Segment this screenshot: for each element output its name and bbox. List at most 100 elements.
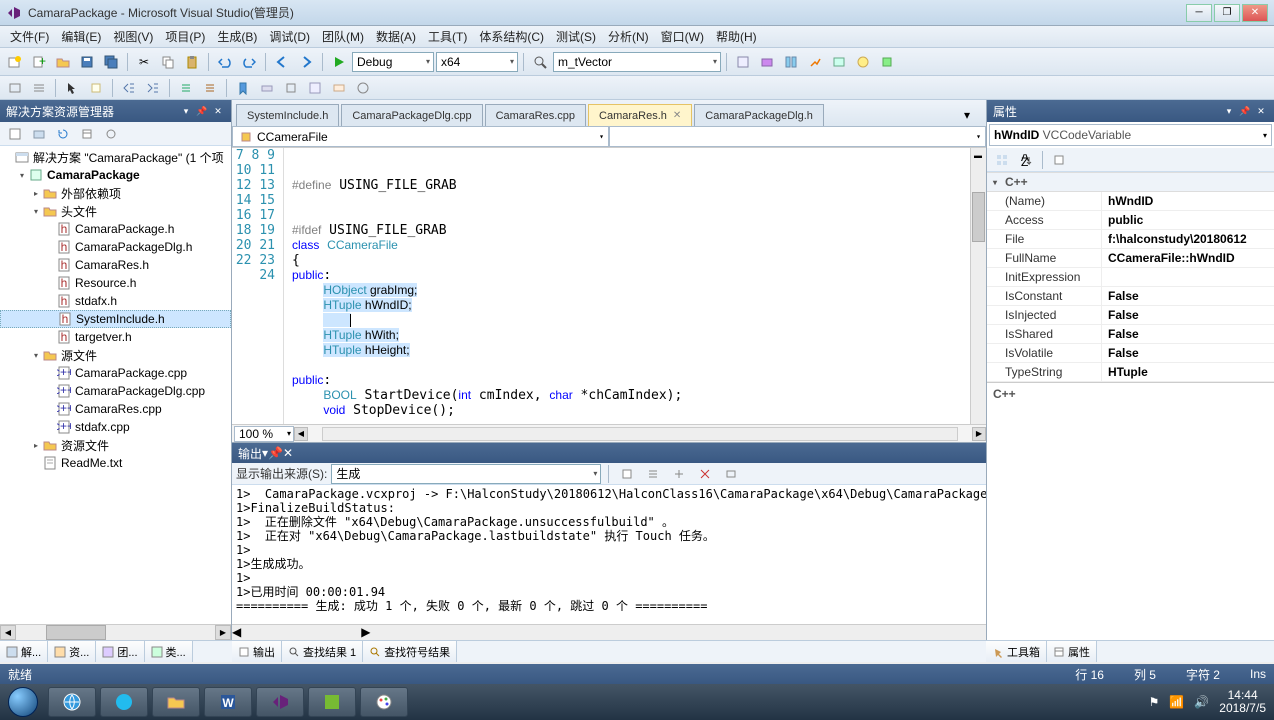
tree-node[interactable]: ▸外部依赖项: [0, 184, 231, 202]
close-button[interactable]: ✕: [1242, 4, 1268, 22]
tree-expand-icon[interactable]: ▸: [30, 189, 42, 198]
document-tab[interactable]: CamaraPackageDlg.h: [694, 104, 824, 126]
start-button[interactable]: [0, 684, 46, 720]
props-object-combo[interactable]: hWndID VCCodeVariable: [989, 124, 1272, 146]
mini-tab[interactable]: 团...: [96, 641, 144, 662]
tree-node[interactable]: ▾CamaraPackage: [0, 166, 231, 184]
tab-close-icon[interactable]: ✕: [673, 110, 681, 121]
menu-item[interactable]: 测试(S): [550, 26, 602, 47]
maximize-button[interactable]: ❐: [1214, 4, 1240, 22]
tb-misc1-icon[interactable]: [732, 51, 754, 73]
props-category[interactable]: ▾C++: [987, 172, 1274, 192]
tb2-icon-8[interactable]: [352, 77, 374, 99]
prop-value[interactable]: hWndID: [1102, 192, 1274, 211]
tree-node[interactable]: hResource.h: [0, 274, 231, 292]
tree-node[interactable]: hCamaraPackageDlg.h: [0, 238, 231, 256]
task-paint-icon[interactable]: [360, 687, 408, 717]
out-scroll-left-icon[interactable]: ◀: [232, 625, 241, 640]
prop-value[interactable]: CCameraFile::hWndID: [1102, 249, 1274, 268]
sol-tb-props-icon[interactable]: [76, 123, 98, 145]
tree-node[interactable]: c++stdafx.cpp: [0, 418, 231, 436]
task-app1-icon[interactable]: [100, 687, 148, 717]
prop-value[interactable]: False: [1102, 306, 1274, 325]
props-sort-icon[interactable]: AZ: [1015, 149, 1037, 171]
tb2-icon-5[interactable]: [280, 77, 302, 99]
output-close-icon[interactable]: ✕: [283, 446, 293, 460]
tb2-icon-1[interactable]: [4, 77, 26, 99]
tree-expand-icon[interactable]: ▾: [30, 351, 42, 360]
scroll-left-icon[interactable]: ◀: [0, 625, 16, 640]
prop-value[interactable]: False: [1102, 344, 1274, 363]
menu-item[interactable]: 视图(V): [107, 26, 159, 47]
sol-tb-showall-icon[interactable]: [100, 123, 122, 145]
tree-node[interactable]: 解决方案 "CamaraPackage" (1 个项: [0, 148, 231, 166]
split-icon[interactable]: ▬: [971, 148, 985, 162]
sol-tb-refresh-icon[interactable]: [52, 123, 74, 145]
config-combo[interactable]: Debug: [352, 52, 434, 72]
tb2-icon-6[interactable]: [304, 77, 326, 99]
out-tb-wrap-icon[interactable]: [720, 463, 742, 485]
solution-tree[interactable]: 解决方案 "CamaraPackage" (1 个项▾CamaraPackage…: [0, 146, 231, 624]
right-tab[interactable]: 属性: [1047, 641, 1097, 662]
task-vs-icon[interactable]: [256, 687, 304, 717]
document-tab[interactable]: CamaraPackageDlg.cpp: [341, 104, 482, 126]
tree-expand-icon[interactable]: ▾: [16, 171, 28, 180]
menu-item[interactable]: 调试(D): [263, 26, 316, 47]
tree-node[interactable]: hCamaraRes.h: [0, 256, 231, 274]
props-pin-icon[interactable]: 📌: [1238, 104, 1252, 118]
indent-icon[interactable]: [142, 77, 164, 99]
tree-node[interactable]: c++CamaraPackage.cpp: [0, 364, 231, 382]
out-scroll-right-icon[interactable]: ▶: [361, 625, 370, 640]
right-tab[interactable]: 工具箱: [986, 641, 1047, 662]
out-tb-clear-icon[interactable]: [694, 463, 716, 485]
menu-item[interactable]: 文件(F): [4, 26, 55, 47]
save-icon[interactable]: [76, 51, 98, 73]
tb2-icon-4[interactable]: [256, 77, 278, 99]
task-word-icon[interactable]: W: [204, 687, 252, 717]
vscroll-thumb[interactable]: [972, 192, 985, 242]
out-tb-icon-2[interactable]: [642, 463, 664, 485]
sol-tb-icon-1[interactable]: [4, 123, 26, 145]
menu-item[interactable]: 窗口(W): [655, 26, 710, 47]
system-tray[interactable]: ⚑ 📶 🔊 14:44 2018/7/5: [1141, 689, 1274, 715]
uncomment-icon[interactable]: [199, 77, 221, 99]
save-all-icon[interactable]: [100, 51, 122, 73]
nav-member-combo[interactable]: [609, 126, 986, 147]
output-src-combo[interactable]: 生成: [331, 464, 601, 484]
tb2-icon-7[interactable]: [328, 77, 350, 99]
props-grid[interactable]: (Name)hWndIDAccesspublicFilef:\halconstu…: [987, 192, 1274, 382]
new-project-icon[interactable]: [4, 51, 26, 73]
paste-icon[interactable]: [181, 51, 203, 73]
menu-item[interactable]: 分析(N): [602, 26, 655, 47]
undo-icon[interactable]: [214, 51, 236, 73]
pointer-icon[interactable]: [61, 77, 83, 99]
scroll-right-icon[interactable]: ▶: [215, 625, 231, 640]
tree-node[interactable]: ▾源文件: [0, 346, 231, 364]
tree-node[interactable]: hCamaraPackage.h: [0, 220, 231, 238]
tree-node[interactable]: ReadMe.txt: [0, 454, 231, 472]
tb-misc2-icon[interactable]: [756, 51, 778, 73]
bottom-tab[interactable]: 查找结果 1: [282, 641, 363, 662]
props-pages-icon[interactable]: [1048, 149, 1070, 171]
output-pin-icon[interactable]: 📌: [268, 446, 283, 460]
document-tab[interactable]: SystemInclude.h: [236, 104, 339, 126]
add-item-icon[interactable]: +: [28, 51, 50, 73]
copy-icon[interactable]: [157, 51, 179, 73]
menu-item[interactable]: 项目(P): [159, 26, 211, 47]
zoom-combo[interactable]: 100 %: [234, 426, 294, 442]
tree-node[interactable]: hstdafx.h: [0, 292, 231, 310]
nav-fwd-icon[interactable]: [295, 51, 317, 73]
nav-class-combo[interactable]: CCameraFile: [232, 126, 609, 147]
open-icon[interactable]: [52, 51, 74, 73]
tree-expand-icon[interactable]: ▾: [30, 207, 42, 216]
tray-clock[interactable]: 14:44 2018/7/5: [1219, 689, 1266, 715]
tb2-icon-2[interactable]: [28, 77, 50, 99]
tb-misc7-icon[interactable]: [876, 51, 898, 73]
tree-expand-icon[interactable]: ▸: [30, 441, 42, 450]
bottom-tab[interactable]: 查找符号结果: [363, 641, 457, 662]
task-app2-icon[interactable]: [308, 687, 356, 717]
tree-node[interactable]: c++CamaraPackageDlg.cpp: [0, 382, 231, 400]
prop-value[interactable]: [1102, 268, 1274, 287]
panel-dropdown-icon[interactable]: ▾: [179, 104, 193, 118]
scroll-thumb[interactable]: [46, 625, 106, 640]
